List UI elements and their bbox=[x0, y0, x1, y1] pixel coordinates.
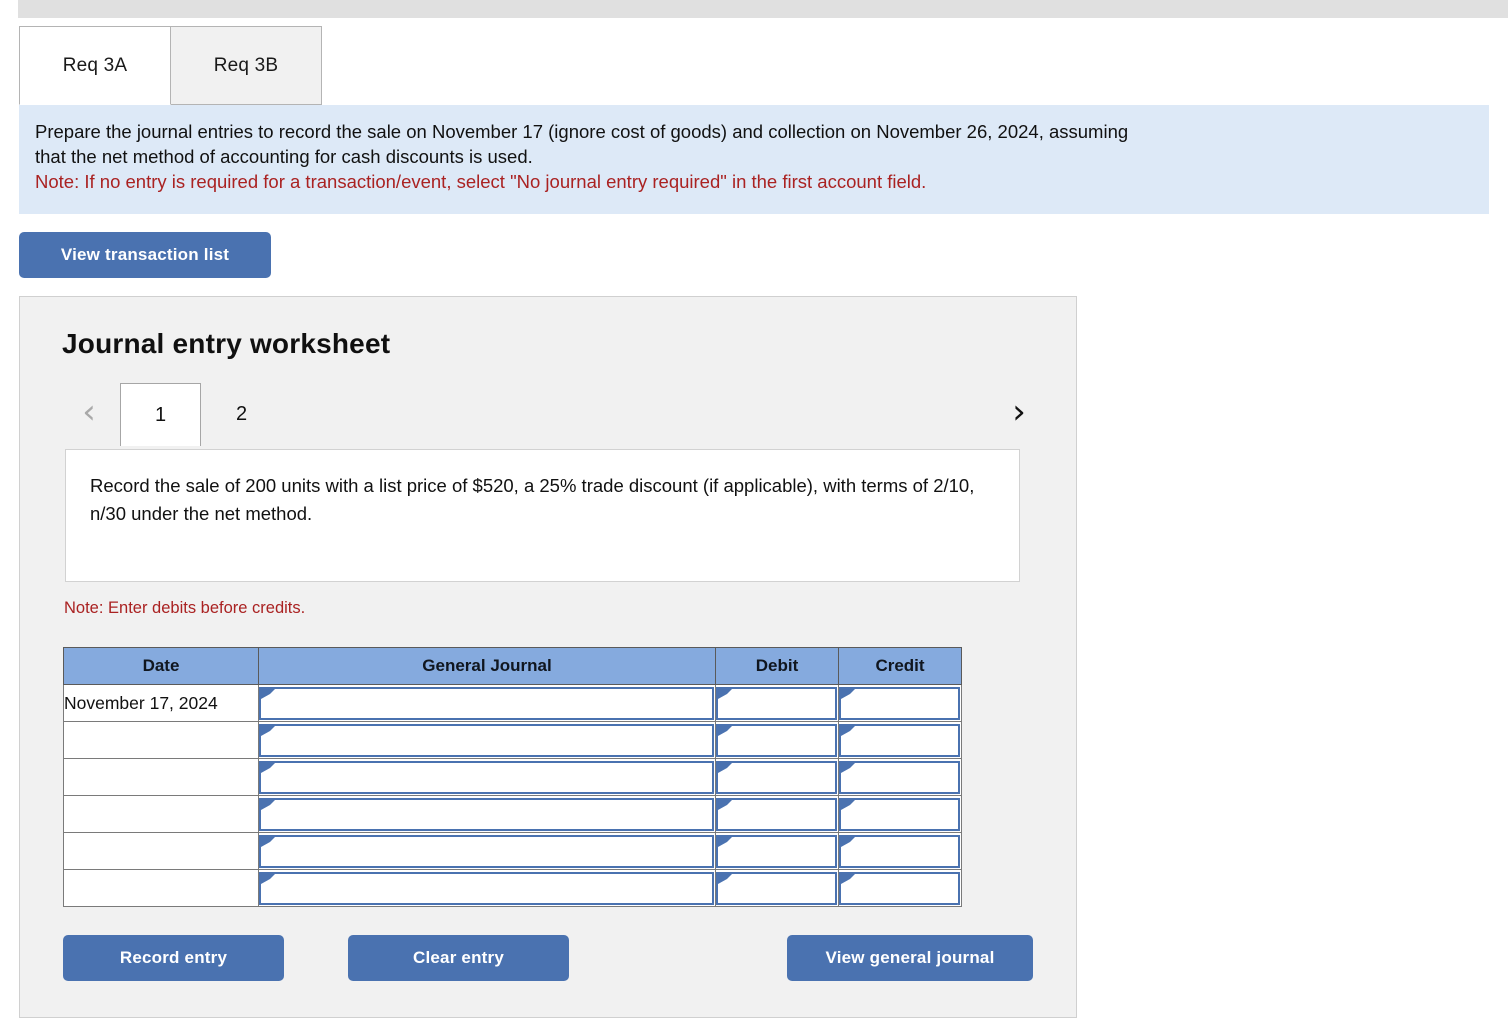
record-entry-label: Record entry bbox=[119, 948, 228, 967]
account-select[interactable] bbox=[259, 760, 714, 794]
debit-cell[interactable] bbox=[715, 832, 839, 870]
account-select[interactable] bbox=[259, 723, 714, 757]
general-journal-cell[interactable] bbox=[258, 832, 716, 870]
requirement-tab-bar: Req 3A Req 3B bbox=[0, 18, 1508, 105]
clear-entry-label: Clear entry bbox=[412, 948, 505, 967]
instruction-line-1: Prepare the journal entries to record th… bbox=[35, 121, 1129, 142]
debit-input[interactable] bbox=[716, 760, 837, 794]
credit-input[interactable] bbox=[839, 723, 960, 757]
enter-debits-note: Note: Enter debits before credits. bbox=[64, 599, 306, 617]
instruction-line-2: that the net method of accounting for ca… bbox=[35, 146, 533, 167]
table-row bbox=[63, 832, 962, 870]
credit-input[interactable] bbox=[839, 797, 960, 831]
date-cell[interactable] bbox=[63, 869, 259, 907]
instruction-note: Note: If no entry is required for a tran… bbox=[35, 171, 927, 192]
table-header-row: Date General Journal Debit Credit bbox=[63, 647, 962, 685]
general-journal-cell[interactable] bbox=[258, 758, 716, 796]
chevron-left-icon[interactable]: ‹ bbox=[70, 383, 108, 441]
account-select[interactable] bbox=[259, 797, 714, 831]
debit-cell[interactable] bbox=[715, 758, 839, 796]
column-header-general-journal: General Journal bbox=[258, 647, 716, 685]
account-select[interactable] bbox=[259, 871, 714, 905]
tab-req-3b[interactable]: Req 3B bbox=[170, 26, 322, 105]
table-row bbox=[63, 721, 962, 759]
column-header-date: Date bbox=[63, 647, 259, 685]
tab-req-3a-label: Req 3A bbox=[62, 54, 128, 76]
column-header-credit: Credit bbox=[838, 647, 962, 685]
date-cell[interactable] bbox=[63, 758, 259, 796]
date-cell[interactable] bbox=[63, 721, 259, 759]
debit-input[interactable] bbox=[716, 834, 837, 868]
credit-input[interactable] bbox=[839, 834, 960, 868]
general-journal-cell[interactable] bbox=[258, 721, 716, 759]
journal-entry-worksheet-panel: Journal entry worksheet ‹ 1 2 › Record t… bbox=[19, 296, 1077, 1018]
top-gray-strip bbox=[18, 0, 1508, 18]
debit-cell[interactable] bbox=[715, 684, 839, 722]
tab-req-3a[interactable]: Req 3A bbox=[19, 26, 171, 105]
date-cell[interactable] bbox=[63, 832, 259, 870]
worksheet-title: Journal entry worksheet bbox=[62, 328, 391, 359]
date-cell[interactable]: November 17, 2024 bbox=[63, 684, 259, 722]
account-select[interactable] bbox=[259, 834, 714, 868]
view-transaction-list-label: View transaction list bbox=[60, 245, 230, 264]
credit-cell[interactable] bbox=[838, 795, 962, 833]
credit-cell[interactable] bbox=[838, 832, 962, 870]
debit-cell[interactable] bbox=[715, 795, 839, 833]
debit-input[interactable] bbox=[716, 871, 837, 905]
credit-input[interactable] bbox=[839, 686, 960, 720]
view-general-journal-button[interactable]: View general journal bbox=[787, 935, 1033, 981]
credit-cell[interactable] bbox=[838, 758, 962, 796]
date-cell[interactable] bbox=[63, 795, 259, 833]
credit-cell[interactable] bbox=[838, 869, 962, 907]
table-row: November 17, 2024 bbox=[63, 684, 962, 722]
debit-input[interactable] bbox=[716, 686, 837, 720]
table-row bbox=[63, 869, 962, 907]
worksheet-pager: ‹ 1 2 › bbox=[62, 383, 1042, 446]
debit-cell[interactable] bbox=[715, 869, 839, 907]
credit-input[interactable] bbox=[839, 760, 960, 794]
debit-input[interactable] bbox=[716, 797, 837, 831]
worksheet-page-tab-2-label: 2 bbox=[235, 403, 248, 425]
general-journal-cell[interactable] bbox=[258, 869, 716, 907]
view-general-journal-label: View general journal bbox=[825, 948, 995, 967]
account-select[interactable] bbox=[259, 686, 714, 720]
credit-cell[interactable] bbox=[838, 721, 962, 759]
general-journal-cell[interactable] bbox=[258, 795, 716, 833]
view-transaction-list-button[interactable]: View transaction list bbox=[19, 232, 271, 278]
column-header-debit: Debit bbox=[715, 647, 839, 685]
credit-input[interactable] bbox=[839, 871, 960, 905]
table-row bbox=[63, 758, 962, 796]
credit-cell[interactable] bbox=[838, 684, 962, 722]
worksheet-page-tab-1[interactable]: 1 bbox=[120, 383, 201, 446]
worksheet-page-tab-2[interactable]: 2 bbox=[201, 383, 282, 446]
general-journal-cell[interactable] bbox=[258, 684, 716, 722]
worksheet-description-text: Record the sale of 200 units with a list… bbox=[90, 475, 975, 524]
worksheet-page-tab-1-label: 1 bbox=[154, 403, 167, 426]
journal-entry-table: Date General Journal Debit Credit Novemb… bbox=[63, 647, 962, 907]
clear-entry-button[interactable]: Clear entry bbox=[348, 935, 569, 981]
debit-input[interactable] bbox=[716, 723, 837, 757]
chevron-right-icon[interactable]: › bbox=[1000, 383, 1038, 441]
table-row bbox=[63, 795, 962, 833]
tab-req-3b-label: Req 3B bbox=[213, 54, 279, 76]
worksheet-description-box: Record the sale of 200 units with a list… bbox=[65, 449, 1020, 582]
instruction-banner: Prepare the journal entries to record th… bbox=[19, 105, 1489, 214]
record-entry-button[interactable]: Record entry bbox=[63, 935, 284, 981]
debit-cell[interactable] bbox=[715, 721, 839, 759]
